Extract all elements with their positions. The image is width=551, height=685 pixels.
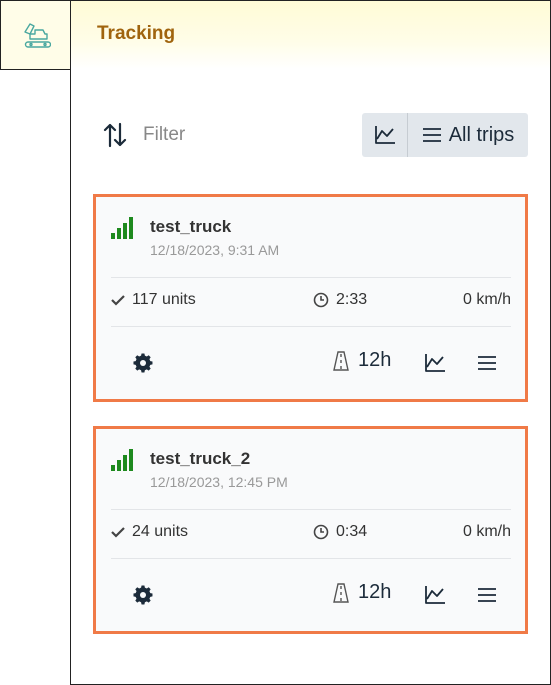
time-window-value: 12h	[358, 349, 392, 371]
check-icon	[111, 527, 125, 538]
toolbar: Filter All trips	[101, 113, 531, 157]
menu-icon[interactable]	[477, 587, 497, 603]
speed-value: 0 km/h	[462, 291, 511, 308]
chart-icon[interactable]	[424, 353, 446, 373]
card-divider	[111, 558, 511, 559]
app-logo[interactable]	[0, 0, 71, 70]
time-window-value: 12h	[358, 581, 392, 603]
speed-value: 0 km/h	[462, 523, 511, 540]
panel-header: Tracking	[71, 1, 550, 69]
gear-icon[interactable]	[133, 353, 153, 373]
time-window-button[interactable]: 12h	[333, 349, 391, 372]
list-icon	[422, 128, 441, 142]
truck-stats: 24 units 0:34 0 km/h	[111, 521, 511, 545]
card-divider	[111, 509, 511, 510]
card-divider	[111, 326, 511, 327]
check-icon	[111, 295, 125, 306]
all-trips-label: All trips	[448, 123, 515, 146]
units-value: 117 units	[132, 291, 196, 308]
truck-name: test_truck_2	[150, 449, 251, 468]
page-title: Tracking	[97, 23, 176, 44]
gear-icon[interactable]	[133, 585, 153, 605]
truck-name: test_truck	[150, 217, 232, 236]
tracking-panel: Tracking Filter All trips test_truck 12/…	[70, 0, 551, 685]
road-icon	[333, 350, 349, 371]
road-icon	[333, 582, 349, 603]
clock-icon	[313, 524, 329, 540]
clock-icon	[313, 292, 329, 308]
excavator-icon	[23, 23, 51, 48]
filter-button[interactable]: Filter	[143, 124, 185, 146]
duration-stat: 2:33	[313, 291, 367, 309]
time-window-button[interactable]: 12h	[333, 581, 391, 604]
duration-stat: 0:34	[313, 523, 367, 541]
units-stat: 117 units	[111, 291, 196, 309]
truck-stats: 117 units 2:33 0 km/h	[111, 289, 511, 313]
chart-view-button[interactable]	[362, 113, 408, 157]
chart-icon	[374, 126, 395, 144]
duration-value: 0:34	[336, 523, 368, 540]
truck-timestamp: 12/18/2023, 9:31 AM	[150, 242, 280, 258]
menu-icon[interactable]	[477, 355, 497, 371]
truck-timestamp: 12/18/2023, 12:45 PM	[150, 474, 288, 490]
signal-strength-icon	[111, 217, 133, 239]
view-toggle-group: All trips	[362, 113, 528, 157]
truck-card[interactable]: test_truck 12/18/2023, 9:31 AM 117 units…	[93, 194, 528, 402]
card-divider	[111, 277, 511, 278]
chart-icon[interactable]	[424, 585, 446, 605]
duration-value: 2:33	[336, 291, 368, 308]
truck-card[interactable]: test_truck_2 12/18/2023, 12:45 PM 24 uni…	[93, 426, 528, 634]
signal-strength-icon	[111, 449, 133, 471]
sort-icon[interactable]	[103, 122, 127, 148]
units-stat: 24 units	[111, 523, 188, 541]
all-trips-button[interactable]: All trips	[408, 113, 528, 157]
units-value: 24 units	[132, 523, 189, 540]
card-actions: 12h	[111, 347, 511, 381]
card-actions: 12h	[111, 579, 511, 613]
